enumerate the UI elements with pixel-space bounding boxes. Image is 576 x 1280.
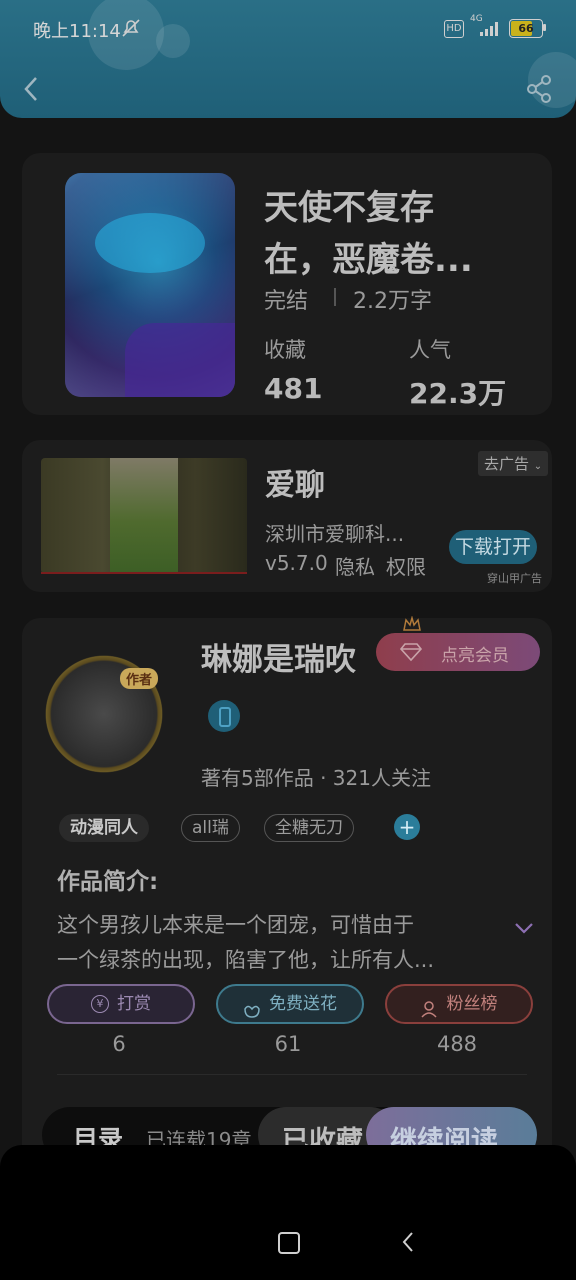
recent-apps-icon[interactable]	[278, 1232, 300, 1254]
book-status: 完结	[264, 289, 309, 314]
share-icon[interactable]	[526, 74, 554, 104]
book-title: 天使不复存	[264, 188, 434, 228]
ad-image-figure	[110, 458, 178, 574]
tip-button[interactable]: ¥ 打赏	[47, 984, 195, 1024]
tag-item[interactable]: 动漫同人	[59, 814, 149, 842]
popularity-value: 22.3万	[409, 377, 507, 410]
tag-item[interactable]: 全糖无刀	[264, 814, 354, 842]
remove-ads-button[interactable]: 去广告 ⌄	[478, 451, 549, 476]
hd-icon: HD	[444, 20, 464, 38]
author-name: 琳娜是瑞吹	[201, 642, 356, 678]
add-tag-icon[interactable]: +	[394, 814, 420, 840]
divider	[334, 288, 336, 306]
remove-ads-label: 去广告	[484, 455, 530, 473]
ad-app-name: 爱聊	[265, 468, 325, 503]
ad-permission-link[interactable]: 权限	[386, 551, 426, 580]
diamond-icon	[399, 642, 423, 662]
ad-progress	[41, 572, 247, 574]
vip-button[interactable]: 点亮会员	[376, 633, 540, 671]
user-icon	[420, 995, 439, 1018]
battery-tip	[543, 24, 546, 31]
intro-line2: 一个绿茶的出现，陷害了他，让所有人...	[57, 948, 435, 972]
system-navigation-bar	[0, 1145, 576, 1280]
back-icon[interactable]	[20, 74, 44, 104]
battery-icon: 66	[509, 19, 543, 38]
author-badge: 作者	[120, 668, 159, 689]
battery-level: 66	[518, 22, 534, 35]
divider	[57, 1074, 527, 1075]
chevron-down-icon: ⌄	[533, 461, 543, 472]
ad-company: 深圳市爱聊科...	[265, 522, 405, 546]
fans-count: 488	[436, 1032, 478, 1056]
book-title-line2: 在，恶魔卷...	[264, 240, 473, 280]
tip-label: 打赏	[117, 994, 151, 1014]
free-flower-button[interactable]: 免费送花	[216, 984, 364, 1024]
author-info: 著有5部作品 · 321人关注	[201, 766, 431, 790]
fans-label: 粉丝榜	[446, 994, 498, 1014]
intro-line1: 这个男孩儿本来是一个团宠，可惜由于	[57, 913, 414, 937]
nav-back-icon[interactable]	[400, 1230, 416, 1254]
flower-count: 61	[274, 1032, 302, 1056]
signal-icon	[472, 18, 502, 38]
tip-count: 6	[112, 1032, 126, 1056]
header-decoration	[156, 24, 190, 58]
expand-chevron-icon[interactable]	[513, 920, 535, 936]
favorites-label: 收藏	[264, 338, 306, 362]
word-count: 2.2万字	[353, 289, 432, 314]
ad-source: 穿山甲广告	[487, 572, 542, 585]
status-time: 晚上11:14	[33, 21, 121, 42]
flower-icon	[243, 996, 261, 1018]
download-open-button[interactable]: 下载打开	[449, 530, 537, 564]
book-cover[interactable]	[65, 173, 235, 397]
ad-version: v5.7.0	[265, 551, 328, 575]
intro-heading: 作品简介:	[57, 869, 159, 895]
crown-icon	[402, 615, 422, 632]
tag-item[interactable]: all瑞	[181, 814, 240, 842]
bell-off-icon	[120, 17, 142, 39]
favorites-value: 481	[264, 372, 323, 405]
popularity-label: 人气	[409, 338, 451, 362]
coin-icon: ¥	[91, 995, 109, 1013]
flower-label: 免费送花	[269, 994, 337, 1014]
fan-rank-button[interactable]: 粉丝榜	[385, 984, 533, 1024]
level-badge-icon	[208, 700, 240, 732]
vip-button-label: 点亮会员	[441, 646, 509, 666]
ad-privacy-link[interactable]: 隐私	[335, 551, 375, 580]
